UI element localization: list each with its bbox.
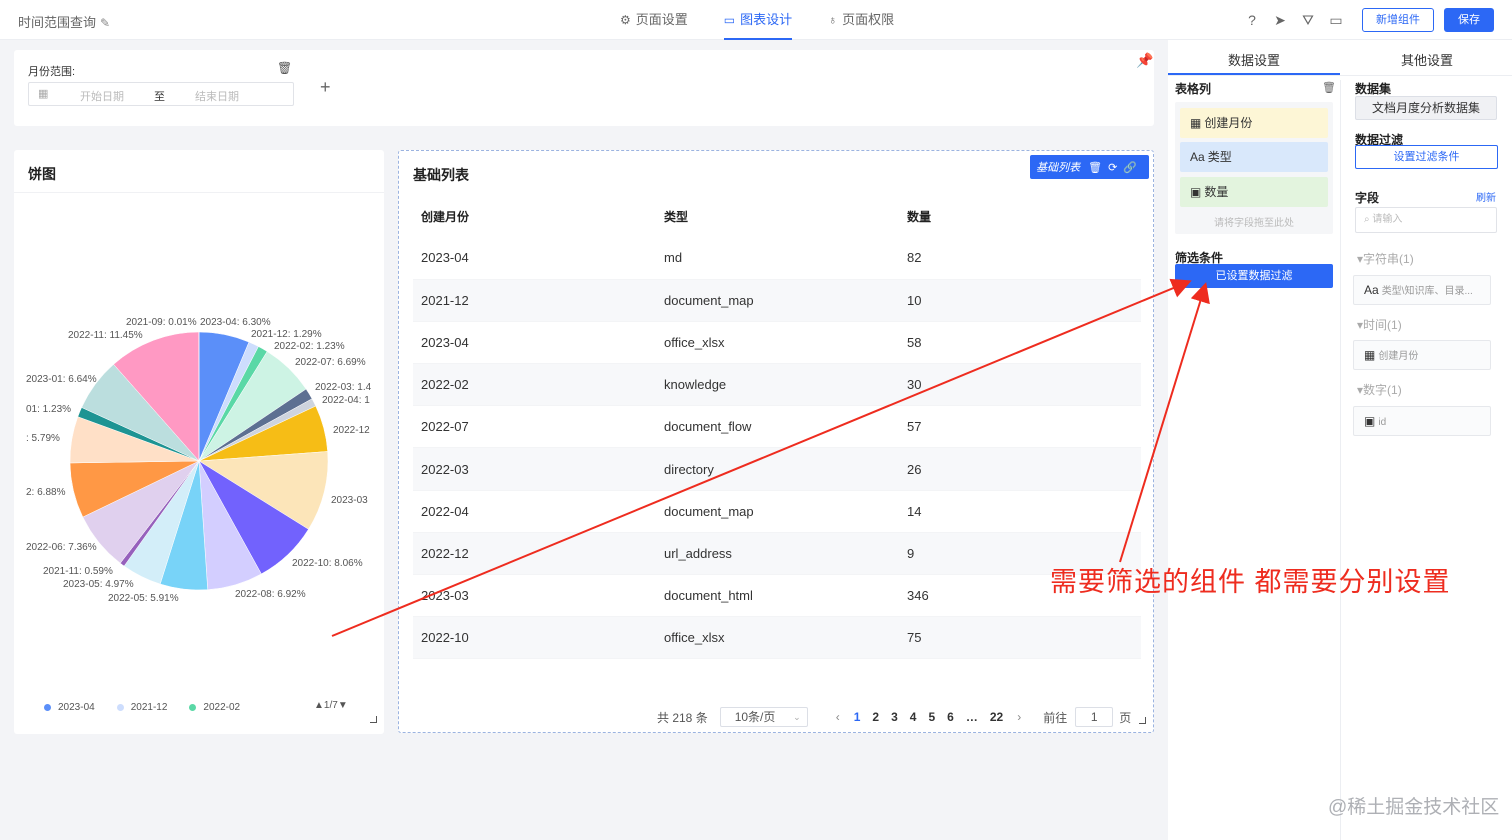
annotation-text: 需要筛选的组件 都需要分别设置 bbox=[1050, 567, 1451, 597]
arrow-from-note bbox=[1119, 282, 1210, 563]
watermark: @稀土掘金技术社区 bbox=[1328, 797, 1500, 818]
annotation-arrows bbox=[331, 278, 1210, 637]
